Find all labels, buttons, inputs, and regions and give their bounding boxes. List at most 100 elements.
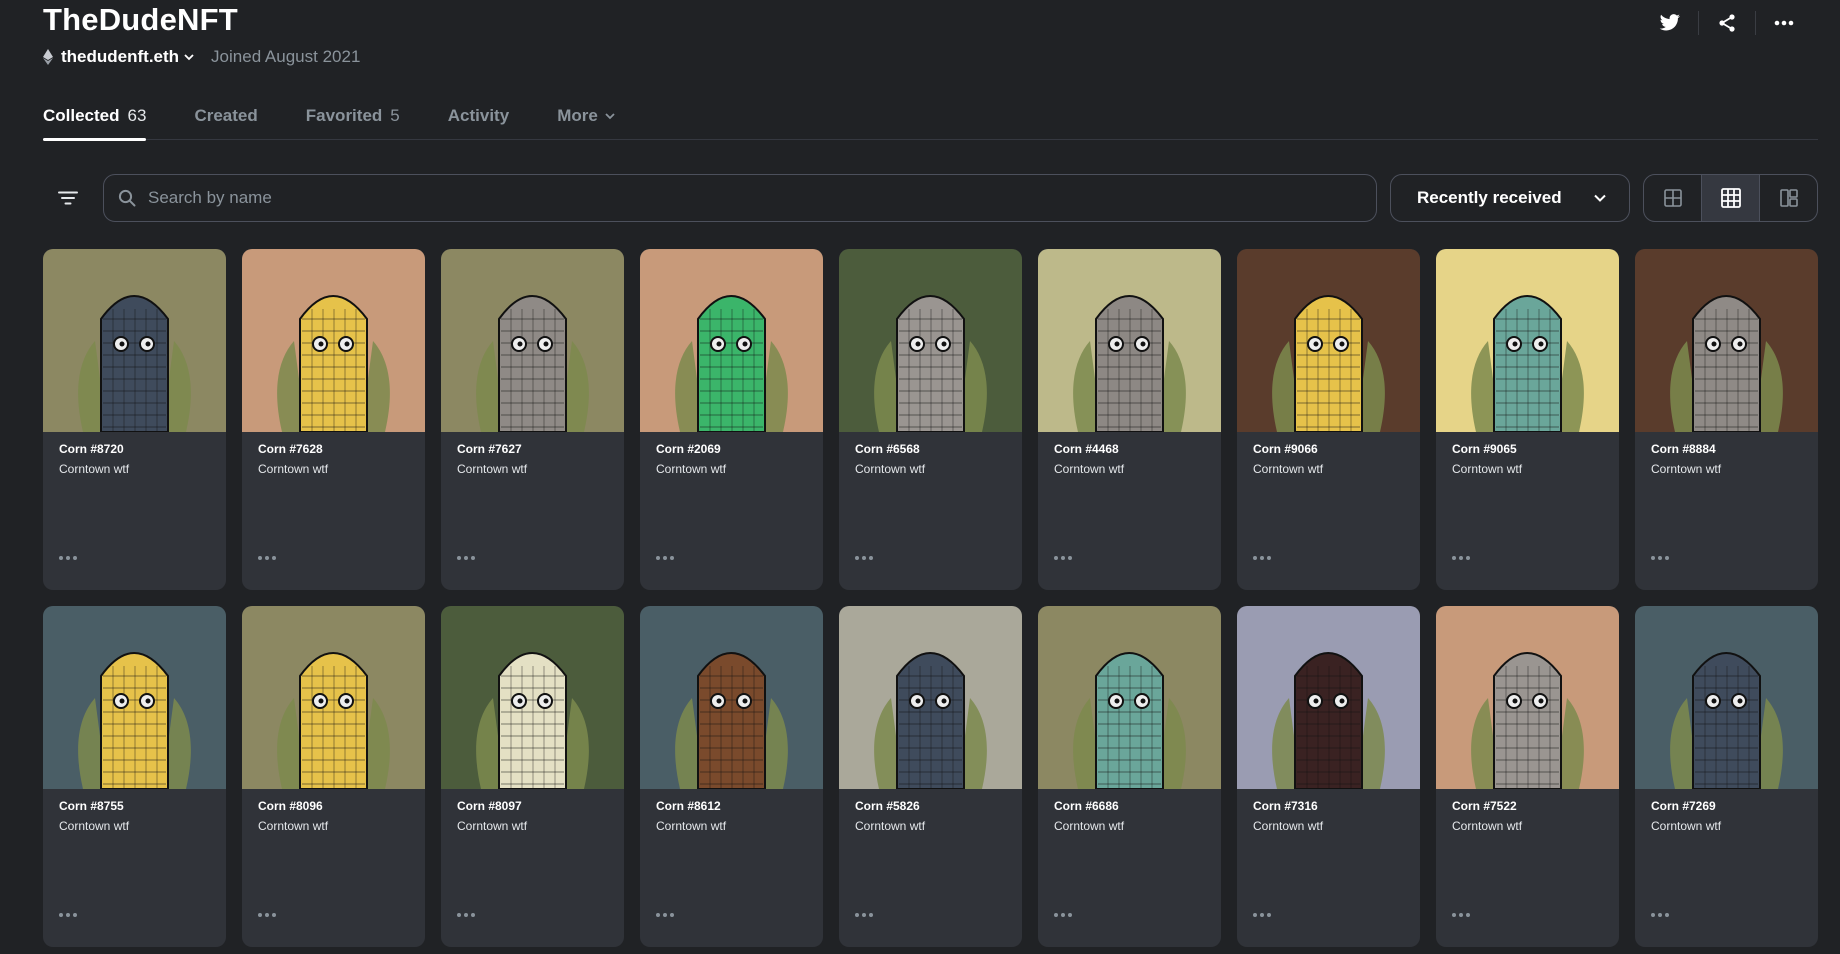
more-dot-icon: [1253, 556, 1257, 560]
search-icon: [118, 189, 136, 207]
share-button[interactable]: [1705, 10, 1749, 36]
nft-card[interactable]: Corn #8096 Corntown wtf: [242, 606, 425, 947]
card-more-options-button[interactable]: [656, 908, 680, 922]
more-dot-icon: [464, 556, 468, 560]
tab-collected[interactable]: Collected 63: [43, 100, 147, 141]
nft-collection-name: Corntown wtf: [1054, 819, 1125, 833]
card-more-options-button[interactable]: [1253, 908, 1277, 922]
nft-card[interactable]: Corn #7628 Corntown wtf: [242, 249, 425, 590]
more-dot-icon: [457, 913, 461, 917]
search-input[interactable]: [148, 188, 1348, 208]
nft-card[interactable]: Corn #8097 Corntown wtf: [441, 606, 624, 947]
more-dot-icon: [1267, 556, 1271, 560]
more-dot-icon: [1459, 913, 1463, 917]
tab-created[interactable]: Created: [194, 100, 257, 140]
card-more-options-button[interactable]: [855, 551, 879, 565]
nft-image: [43, 606, 226, 789]
card-more-options-button[interactable]: [457, 551, 481, 565]
more-icon: [1774, 20, 1794, 26]
card-more-options-button[interactable]: [258, 551, 282, 565]
nft-name: Corn #5826: [855, 799, 920, 813]
nft-card[interactable]: Corn #5826 Corntown wtf: [839, 606, 1022, 947]
more-dot-icon: [1054, 556, 1058, 560]
view-toggle: [1643, 174, 1818, 222]
nft-card[interactable]: Corn #7522 Corntown wtf: [1436, 606, 1619, 947]
more-dot-icon: [1466, 556, 1470, 560]
nft-card[interactable]: Corn #2069 Corntown wtf: [640, 249, 823, 590]
filter-icon: [58, 191, 78, 205]
card-more-options-button[interactable]: [1452, 551, 1476, 565]
card-more-options-button[interactable]: [457, 908, 481, 922]
nft-card[interactable]: Corn #9066 Corntown wtf: [1237, 249, 1420, 590]
nft-card[interactable]: Corn #7316 Corntown wtf: [1237, 606, 1420, 947]
more-dot-icon: [1267, 913, 1271, 917]
nft-image: [43, 249, 226, 432]
chevron-down-icon: [1594, 194, 1606, 202]
card-more-options-button[interactable]: [1651, 551, 1675, 565]
nft-grid: Corn #8720 Corntown wtf Corn #7628 Corntown…: [43, 249, 1819, 947]
nft-image: [1635, 249, 1818, 432]
more-dot-icon: [1061, 556, 1065, 560]
search-box: [103, 174, 1377, 222]
tab-more[interactable]: More: [557, 100, 616, 140]
nft-card[interactable]: Corn #8884 Corntown wtf: [1635, 249, 1818, 590]
view-small-grid-button[interactable]: [1701, 175, 1759, 221]
card-more-options-button[interactable]: [258, 908, 282, 922]
nft-card[interactable]: Corn #8755 Corntown wtf: [43, 606, 226, 947]
nft-image: [441, 606, 624, 789]
nft-name: Corn #2069: [656, 442, 721, 456]
nft-image: [1237, 606, 1420, 789]
more-dot-icon: [66, 913, 70, 917]
nft-collection-name: Corntown wtf: [1452, 819, 1523, 833]
nft-name: Corn #8097: [457, 799, 522, 813]
nft-collection-name: Corntown wtf: [1253, 462, 1324, 476]
nft-card[interactable]: Corn #6686 Corntown wtf: [1038, 606, 1221, 947]
card-more-options-button[interactable]: [1651, 908, 1675, 922]
more-dot-icon: [457, 556, 461, 560]
nft-image: [1436, 249, 1619, 432]
profile-meta: thedudenft.eth Joined August 2021: [43, 46, 360, 68]
card-more-options-button[interactable]: [855, 908, 879, 922]
view-large-grid-button[interactable]: [1644, 175, 1701, 221]
tab-favorited[interactable]: Favorited 5: [306, 100, 400, 140]
more-options-button[interactable]: [1762, 10, 1806, 36]
nft-card[interactable]: Corn #8720 Corntown wtf: [43, 249, 226, 590]
nft-card[interactable]: Corn #7627 Corntown wtf: [441, 249, 624, 590]
nft-collection-name: Corntown wtf: [1651, 819, 1722, 833]
nft-image: [242, 249, 425, 432]
large-grid-icon: [1663, 189, 1682, 207]
card-more-options-button[interactable]: [59, 551, 83, 565]
sort-dropdown[interactable]: Recently received: [1390, 174, 1630, 222]
nft-card[interactable]: Corn #6568 Corntown wtf: [839, 249, 1022, 590]
nft-name: Corn #8755: [59, 799, 124, 813]
nft-card[interactable]: Corn #8612 Corntown wtf: [640, 606, 823, 947]
nft-name: Corn #9065: [1452, 442, 1517, 456]
more-dot-icon: [59, 913, 63, 917]
tab-activity[interactable]: Activity: [448, 100, 509, 140]
more-dot-icon: [663, 556, 667, 560]
card-more-options-button[interactable]: [1054, 551, 1078, 565]
nft-card[interactable]: Corn #7269 Corntown wtf: [1635, 606, 1818, 947]
card-more-options-button[interactable]: [1452, 908, 1476, 922]
view-list-button[interactable]: [1759, 175, 1817, 221]
more-dot-icon: [464, 913, 468, 917]
nft-collection-name: Corntown wtf: [1452, 462, 1523, 476]
wallet-address-dropdown[interactable]: thedudenft.eth: [61, 47, 195, 67]
card-more-options-button[interactable]: [59, 908, 83, 922]
more-dot-icon: [1260, 913, 1264, 917]
card-more-options-button[interactable]: [1253, 551, 1277, 565]
more-dot-icon: [272, 556, 276, 560]
chevron-down-icon: [184, 54, 194, 61]
chevron-down-icon: [605, 113, 615, 120]
card-more-options-button[interactable]: [1054, 908, 1078, 922]
header-actions: [1648, 10, 1806, 36]
nft-image: [242, 606, 425, 789]
twitter-button[interactable]: [1648, 10, 1692, 36]
nft-card[interactable]: Corn #4468 Corntown wtf: [1038, 249, 1221, 590]
filter-button[interactable]: [48, 174, 88, 222]
more-dot-icon: [265, 913, 269, 917]
nft-card[interactable]: Corn #9065 Corntown wtf: [1436, 249, 1619, 590]
nft-image: [1038, 249, 1221, 432]
card-more-options-button[interactable]: [656, 551, 680, 565]
more-dot-icon: [656, 913, 660, 917]
